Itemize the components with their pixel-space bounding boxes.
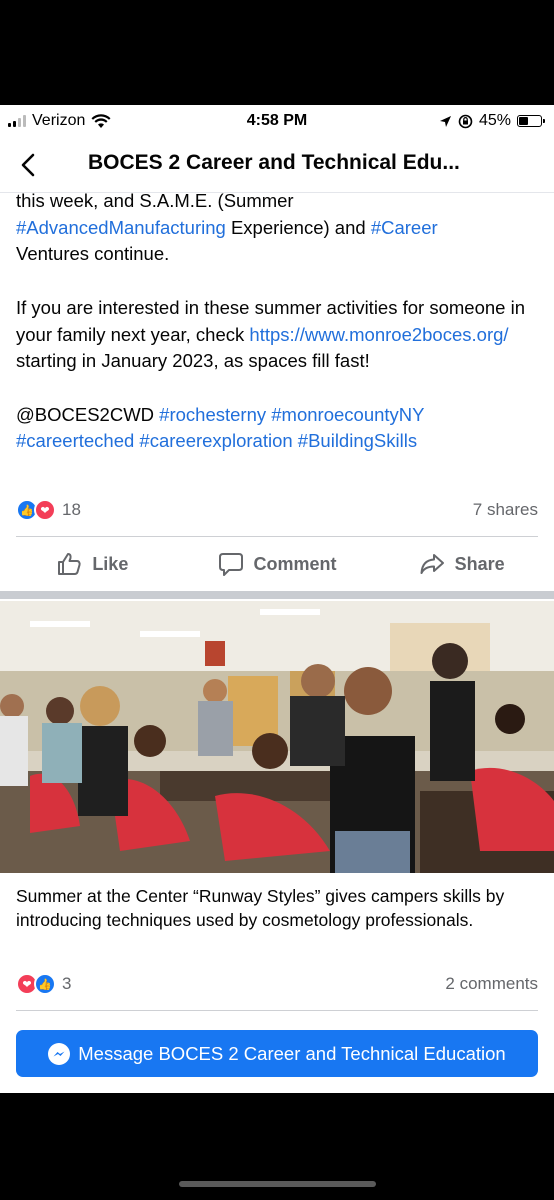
reaction-count: 3 <box>62 974 72 993</box>
battery-icon <box>517 115 545 127</box>
love-reaction-icon: ❤ <box>34 499 56 521</box>
back-chevron-icon[interactable] <box>16 151 40 179</box>
status-bar: Verizon 4:58 PM 45% <box>0 105 554 137</box>
comments-count[interactable]: 2 comments <box>445 974 538 994</box>
hashtag-link[interactable]: #BuildingSkills <box>298 430 417 451</box>
share-icon <box>420 554 444 574</box>
home-indicator[interactable] <box>179 1181 376 1187</box>
hashtag-link[interactable]: #rochesterny <box>159 404 266 425</box>
photo-reaction-summary[interactable]: ❤ 👍 3 2 comments <box>16 970 538 998</box>
share-button[interactable]: Share <box>369 539 554 589</box>
like-icon <box>58 553 81 575</box>
comment-button[interactable]: Comment <box>185 539 370 589</box>
app-screen: BOCES 2 Career and Technical Edu... this… <box>0 105 554 1093</box>
like-button[interactable]: Like <box>0 539 185 589</box>
hashtag-link[interactable]: #Career <box>371 217 438 238</box>
post-separator <box>0 591 554 599</box>
post-text-line: Ventures continue. <box>16 243 170 265</box>
battery-percent: 45% <box>478 112 511 129</box>
page-title: BOCES 2 Career and Technical Edu... <box>88 151 460 174</box>
comment-label: Comment <box>253 553 337 574</box>
website-link[interactable]: https://www.monroe2boces.org/ <box>249 324 508 345</box>
messenger-icon <box>48 1042 71 1065</box>
share-label: Share <box>454 553 505 574</box>
shares-count[interactable]: 7 shares <box>473 500 538 520</box>
hashtag-link[interactable]: #careerexploration <box>139 430 292 451</box>
nav-bar: BOCES 2 Career and Technical Edu... <box>0 137 554 193</box>
post-text-line: this week, and S.A.M.E. (Summer <box>16 190 294 211</box>
hashtag-link[interactable]: #monroecountyNY <box>271 404 424 425</box>
message-page-button[interactable]: Message BOCES 2 Career and Technical Edu… <box>16 1030 538 1077</box>
hashtag-link[interactable]: #AdvancedManufacturing <box>16 217 226 238</box>
reaction-summary[interactable]: 👍 ❤ 18 7 shares <box>16 496 538 524</box>
location-icon <box>439 115 451 127</box>
hashtag-link[interactable]: #careerteched <box>16 430 134 451</box>
reaction-count: 18 <box>62 500 81 519</box>
reaction-icons: ❤ 👍 <box>16 973 56 995</box>
post-paragraph: starting in January 2023, as spaces fill… <box>16 350 370 372</box>
status-right: 45% <box>439 112 545 130</box>
rotation-lock-icon <box>458 114 473 128</box>
mention-link[interactable]: @BOCES2CWD <box>16 404 154 425</box>
reaction-icons: 👍 ❤ <box>16 499 56 521</box>
message-button-label: Message BOCES 2 Career and Technical Edu… <box>78 1042 506 1064</box>
comment-icon <box>218 553 243 576</box>
post-photo[interactable] <box>0 601 554 873</box>
like-label: Like <box>92 553 129 574</box>
post-text-line: Experience) and <box>225 216 371 238</box>
like-reaction-icon: 👍 <box>34 973 56 995</box>
action-bar: Like Comment Share <box>0 539 554 589</box>
photo-caption: Summer at the Center “Runway Styles” giv… <box>16 886 505 930</box>
post-body: this week, and S.A.M.E. (Summer #Advance… <box>16 188 541 455</box>
divider <box>16 536 538 537</box>
divider <box>16 1010 538 1011</box>
cosmetology-classroom-photo <box>0 601 554 873</box>
